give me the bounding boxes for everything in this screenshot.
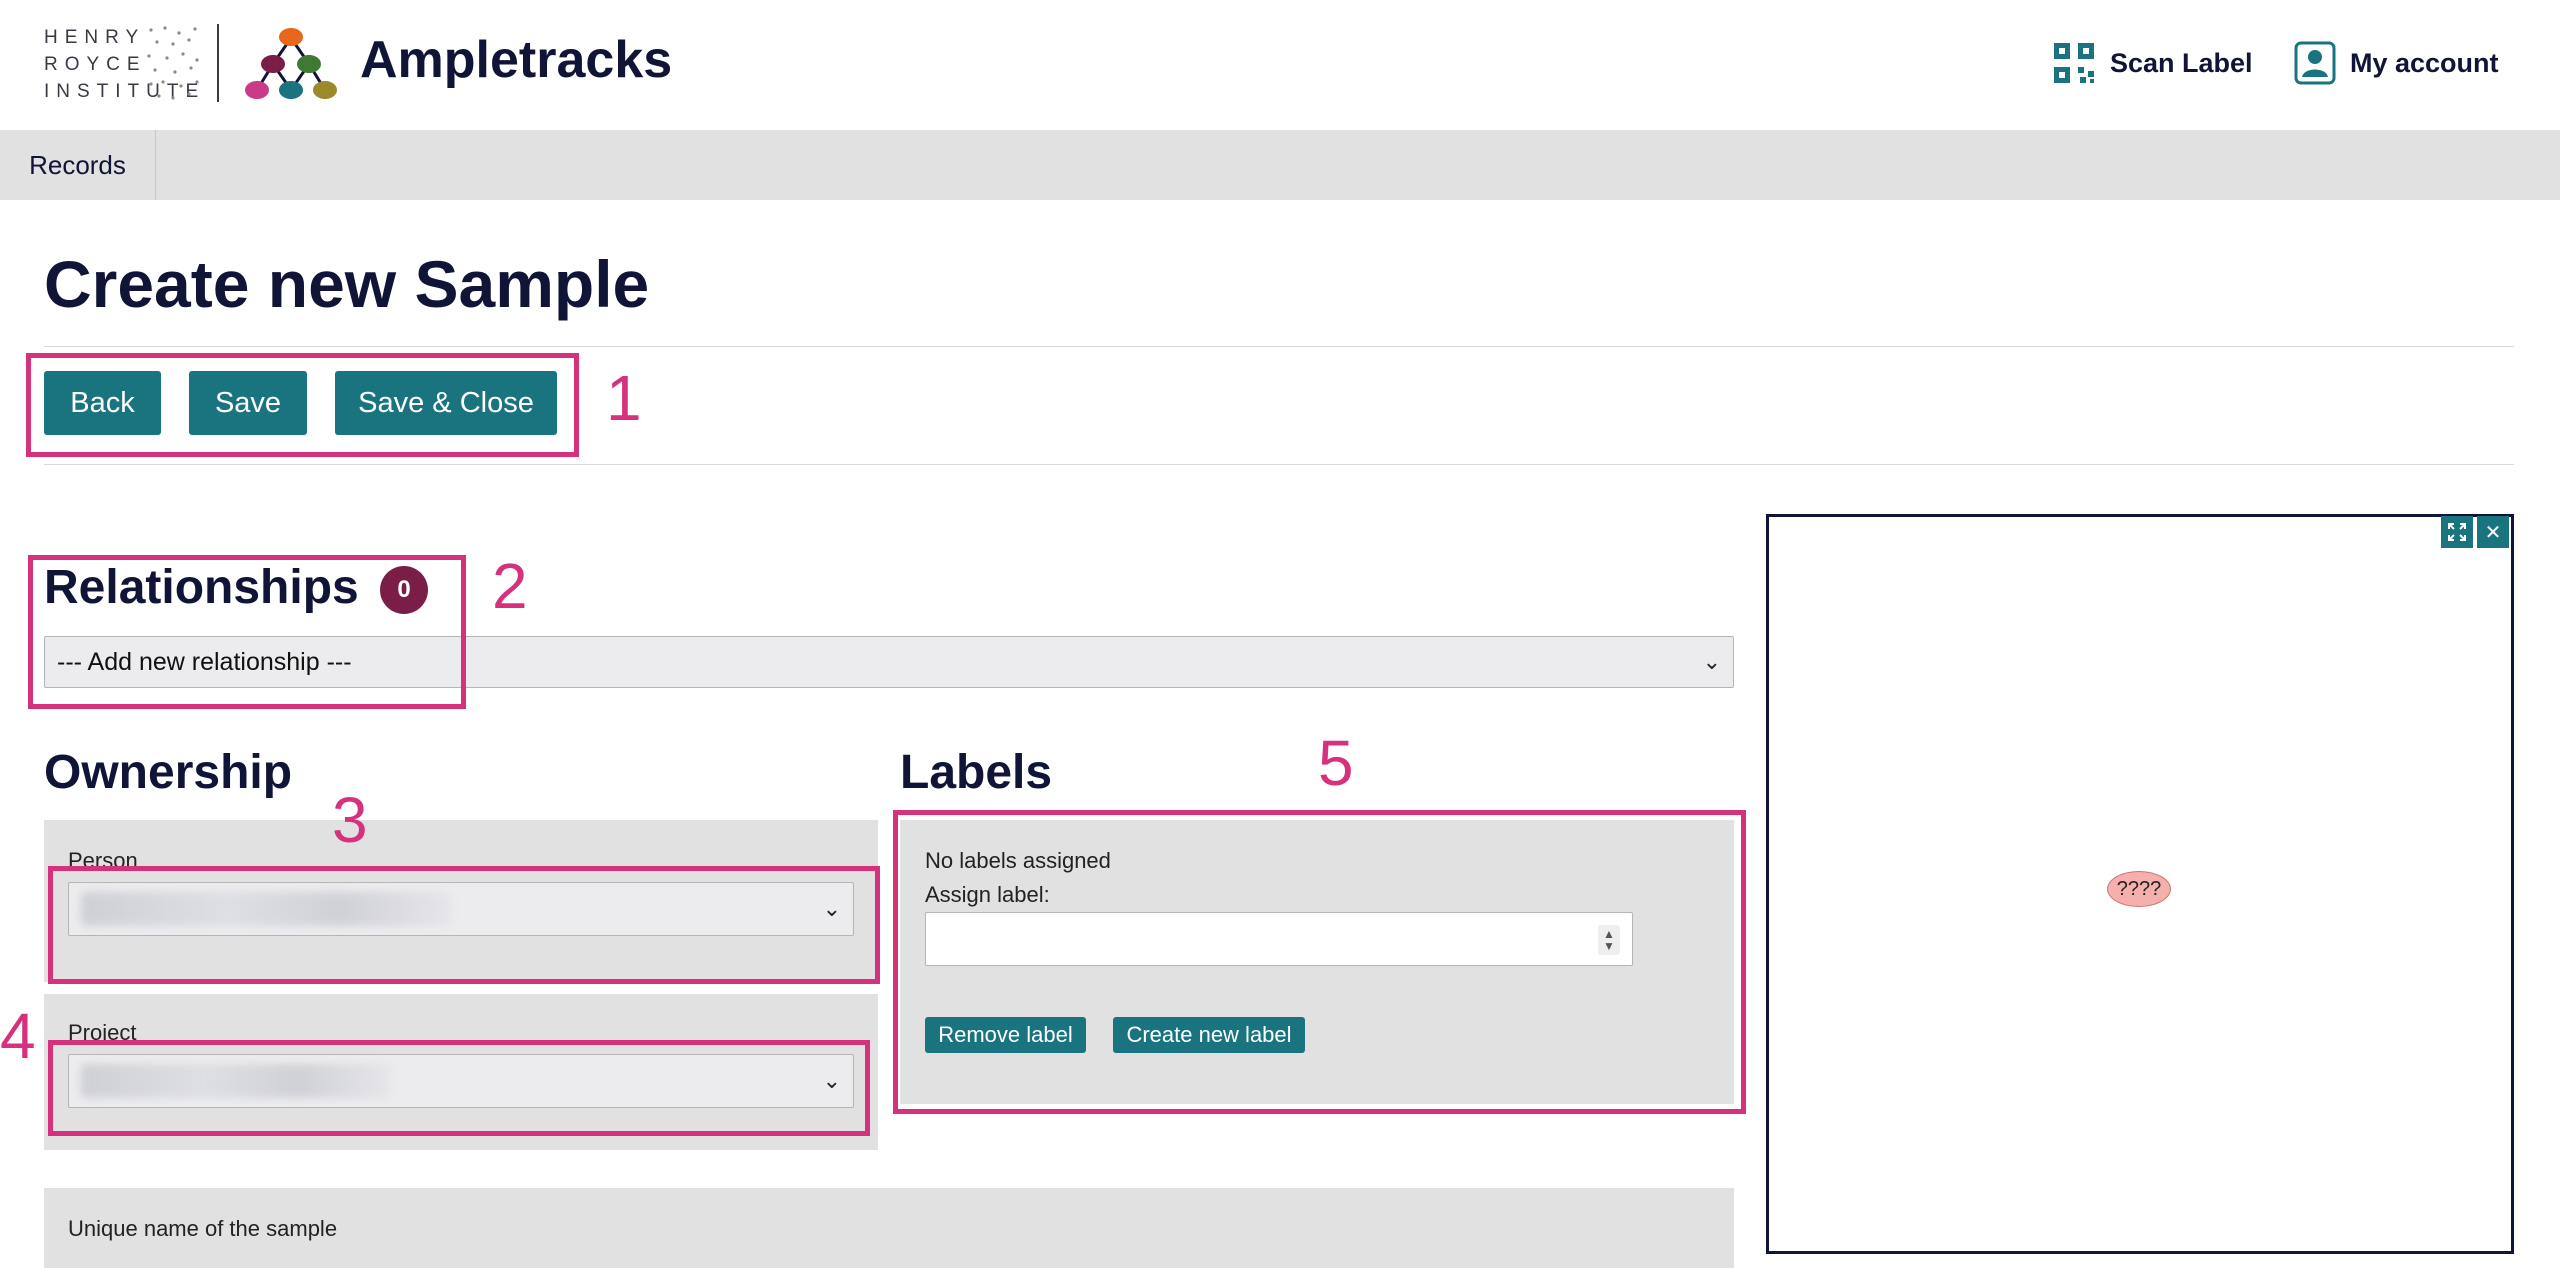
scan-label-text: Scan Label: [2110, 47, 2253, 78]
nav-item-records[interactable]: Records: [0, 130, 156, 200]
chevron-down-icon: ⌄: [1702, 649, 1721, 674]
annotation-number-5: 5: [1318, 727, 1354, 799]
annotation-number-3: 3: [332, 784, 368, 856]
user-account-icon: [2294, 41, 2336, 85]
annotation-box-2: [28, 555, 466, 709]
page-title: Create new Sample: [44, 247, 650, 321]
close-icon[interactable]: ✕: [2477, 516, 2509, 548]
ownership-heading: Ownership: [44, 746, 293, 799]
qr-code-icon: [2054, 43, 2094, 83]
scan-label-button[interactable]: Scan Label: [2052, 40, 2253, 86]
app-name[interactable]: Ampletracks: [360, 30, 672, 90]
annotation-number-1: 1: [606, 362, 642, 434]
unique-name-label: Unique name of the sample: [68, 1216, 338, 1241]
my-account-button[interactable]: My account: [2294, 40, 2499, 86]
annotation-box-1: [26, 353, 579, 457]
institute-dots-logo: [147, 26, 199, 100]
header-divider: [217, 24, 219, 102]
labels-heading: Labels: [900, 746, 1053, 799]
expand-icon[interactable]: [2441, 516, 2473, 548]
annotation-number-2: 2: [492, 550, 528, 622]
ampletracks-logo-icon[interactable]: [243, 26, 339, 102]
app-header: HENRY ROYCE INSTITUTE Ampletracks Scan L…: [0, 0, 2560, 130]
my-account-text: My account: [2350, 47, 2499, 78]
main-nav: Records: [0, 130, 2560, 200]
annotation-number-4: 4: [0, 1000, 36, 1072]
annotation-box-4: [48, 1040, 870, 1136]
toolbar-divider: [44, 464, 2514, 465]
graph-node[interactable]: ????: [2107, 871, 2171, 907]
annotation-box-5: [893, 810, 1746, 1114]
title-divider: [44, 346, 2514, 347]
annotation-box-3: [48, 866, 880, 984]
